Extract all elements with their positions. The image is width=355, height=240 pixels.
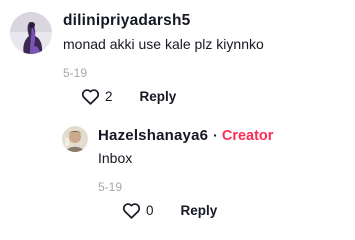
creator-badge: Creator [221, 128, 274, 144]
like-count: 2 [105, 89, 113, 104]
user-avatar-icon [62, 126, 88, 152]
like-button[interactable]: 2 [81, 88, 113, 105]
avatar[interactable] [10, 12, 52, 54]
comment-date: 5-19 [98, 180, 123, 194]
like-button[interactable]: 0 [122, 202, 154, 219]
username[interactable]: dilinipriyadarsh5 [63, 12, 190, 30]
comment-text: monad akki use kale plz kiynnko [63, 36, 264, 52]
user-avatar-icon [10, 12, 52, 54]
comment-item: dilinipriyadarsh5 monad akki use kale pl… [10, 12, 264, 105]
comment-date: 5-19 [63, 66, 88, 80]
reply-comment-item: Hazelshanaya6 · Creator Inbox 5-19 0 Rep… [62, 126, 273, 219]
comment-text: Inbox [98, 150, 133, 166]
reply-button[interactable]: Reply [140, 89, 177, 104]
reply-button[interactable]: Reply [181, 203, 218, 218]
like-count: 0 [146, 203, 154, 218]
heart-icon [122, 203, 141, 219]
heart-icon [81, 89, 100, 105]
separator-dot: · [213, 127, 218, 143]
avatar[interactable] [62, 126, 88, 152]
username[interactable]: Hazelshanaya6 [98, 127, 208, 144]
